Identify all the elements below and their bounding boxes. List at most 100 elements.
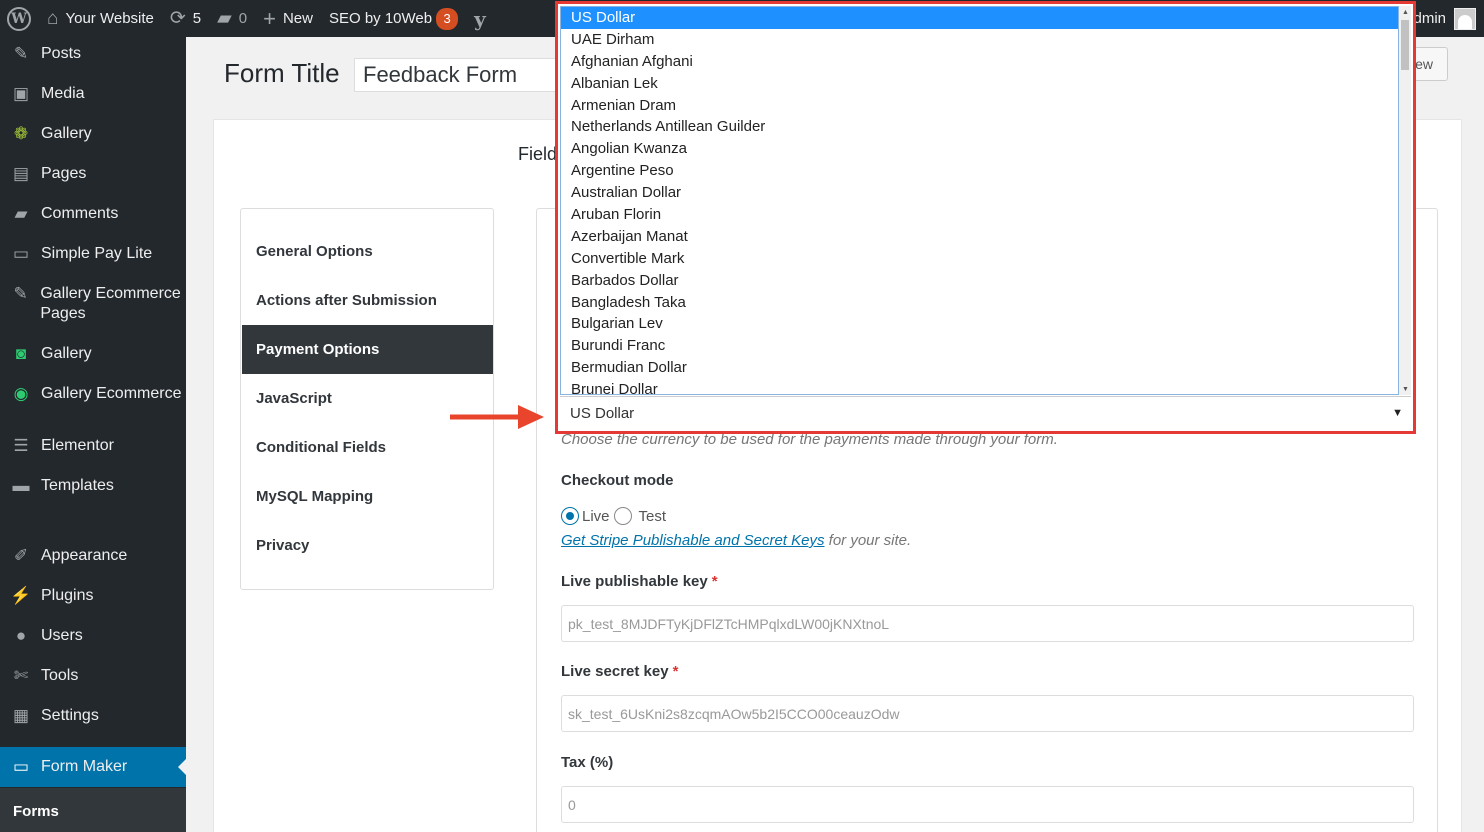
label-text: Live publishable key: [561, 573, 708, 590]
home-icon: ⌂: [47, 7, 59, 29]
form-title-label: Form Title: [224, 58, 340, 88]
options-nav: General Options Actions after Submission…: [240, 208, 494, 590]
dropdown-scrollbar[interactable]: ▲ ▼: [1399, 6, 1411, 395]
sidebar-item-gallery-2[interactable]: ◙ Gallery: [0, 344, 186, 364]
currency-selected-value: US Dollar: [570, 405, 635, 422]
currency-option[interactable]: Barbados Dollar: [561, 270, 1398, 292]
sidebar-item-pages[interactable]: ▤ Pages: [0, 164, 186, 184]
sidebar-item-tools[interactable]: ✄ Tools: [0, 666, 186, 686]
sidebar-item-label: Comments: [41, 205, 119, 222]
plus-icon: +: [263, 5, 276, 31]
currency-option[interactable]: Aruban Florin: [561, 204, 1398, 226]
nav-privacy[interactable]: Privacy: [242, 521, 493, 570]
wp-logo-menu[interactable]: W: [0, 0, 39, 37]
currency-option[interactable]: Burundi Franc: [561, 335, 1398, 357]
currency-option[interactable]: Bangladesh Taka: [561, 292, 1398, 314]
sidebar-item-templates[interactable]: ▬ Templates: [0, 476, 186, 496]
site-name-menu[interactable]: ⌂ Your Website: [39, 0, 162, 37]
comments-menu[interactable]: ▰ 0: [209, 0, 255, 37]
currency-option[interactable]: Convertible Mark: [561, 248, 1398, 270]
annotation-arrow-icon: [450, 405, 544, 429]
live-radio-label[interactable]: Live: [582, 508, 610, 525]
sidebar-item-label: Gallery: [41, 125, 92, 142]
currency-option[interactable]: Bermudian Dollar: [561, 357, 1398, 379]
currency-select[interactable]: US Dollar ▼: [560, 396, 1411, 430]
sidebar-item-users[interactable]: ● Users: [0, 626, 186, 646]
camera-icon: ◙: [15, 344, 27, 363]
currency-option[interactable]: Bulgarian Lev: [561, 313, 1398, 335]
currency-option[interactable]: Azerbaijan Manat: [561, 226, 1398, 248]
tab-fields[interactable]: Field: [518, 144, 557, 165]
test-radio[interactable]: [613, 507, 632, 525]
yoast-menu[interactable]: y: [466, 0, 494, 37]
sidebar-item-posts[interactable]: ✎ Posts: [0, 44, 186, 64]
account-name: dmin: [1413, 10, 1446, 27]
tax-input[interactable]: 0: [561, 786, 1414, 823]
tax-label: Tax (%): [561, 754, 614, 771]
sidebar-item-label: Users: [41, 627, 83, 644]
admin-sidebar: ✎ Posts ▣ Media ❁ Gallery ▤ Pages ▰ Comm…: [0, 37, 186, 832]
currency-option[interactable]: Australian Dollar: [561, 182, 1398, 204]
nav-payment-options[interactable]: Payment Options: [242, 325, 493, 374]
currency-option[interactable]: Brunei Dollar: [561, 379, 1398, 394]
wordpress-icon: W: [7, 6, 31, 31]
live-secret-key-input[interactable]: sk_test_6UsKni2s8zcqmAOw5b2I5CCO00ceauzO…: [561, 695, 1414, 732]
sidebar-item-media[interactable]: ▣ Media: [0, 84, 186, 104]
currency-option[interactable]: Afghanian Afghani: [561, 51, 1398, 73]
comment-icon: ▰: [217, 8, 232, 29]
pages-icon: ▤: [12, 164, 30, 183]
sidebar-item-gallery-ecommerce[interactable]: ◉ Gallery Ecommerce: [0, 384, 186, 404]
site-name: Your Website: [65, 10, 154, 27]
sidebar-item-label: Appearance: [41, 547, 128, 564]
settings-icon: ▦: [12, 706, 30, 725]
currency-option[interactable]: Argentine Peso: [561, 160, 1398, 182]
test-radio-label[interactable]: Test: [639, 508, 667, 525]
seo-badge: 3: [436, 7, 459, 30]
sidebar-item-comments[interactable]: ▰ Comments: [0, 204, 186, 224]
sidebar-item-gallery-ecommerce-pages[interactable]: ✎ Gallery Ecommerce Pages: [0, 284, 186, 324]
currency-option[interactable]: UAE Dirham: [561, 29, 1398, 51]
new-label: New: [282, 10, 313, 27]
sidebar-item-gallery[interactable]: ❁ Gallery: [0, 124, 186, 144]
updates-count: 5: [192, 10, 202, 27]
currency-option[interactable]: Armenian Dram: [561, 95, 1398, 117]
chevron-down-icon: ▼: [1392, 407, 1403, 419]
form-title-input[interactable]: [354, 58, 574, 92]
sidebar-item-plugins[interactable]: ⚡ Plugins: [0, 586, 186, 606]
sidebar-item-label: Gallery Ecommerce: [41, 385, 182, 402]
stripe-keys-link[interactable]: Get Stripe Publishable and Secret Keys: [561, 532, 824, 549]
scroll-down-icon[interactable]: ▼: [1402, 386, 1409, 393]
nav-mysql-mapping[interactable]: MySQL Mapping: [242, 472, 493, 521]
nav-actions-after-submission[interactable]: Actions after Submission: [242, 276, 493, 325]
live-publishable-key-input[interactable]: pk_test_8MJDFTyKjDFlZTcHMPqlxdLW00jKNXtn…: [561, 605, 1414, 642]
sidebar-item-label: Templates: [41, 477, 114, 494]
sidebar-item-settings[interactable]: ▦ Settings: [0, 706, 186, 726]
currency-option[interactable]: Albanian Lek: [561, 73, 1398, 95]
updates-menu[interactable]: ⟳ 5: [162, 0, 209, 37]
user-icon: ●: [15, 626, 27, 645]
currency-option[interactable]: Netherlands Antillean Guilder: [561, 116, 1398, 138]
sidebar-item-label: Posts: [41, 45, 82, 62]
comments-count: 0: [238, 10, 248, 27]
eye-icon: ◉: [13, 384, 29, 403]
sidebar-item-label: Elementor: [41, 437, 114, 454]
nav-general-options[interactable]: General Options: [242, 227, 493, 276]
currency-option[interactable]: Angolian Kwanza: [561, 138, 1398, 160]
seo-menu[interactable]: SEO by 10Web 3: [321, 0, 466, 37]
keyboard-icon: ▭: [12, 757, 30, 776]
new-content-menu[interactable]: + New: [255, 0, 321, 37]
currency-option[interactable]: US Dollar: [561, 7, 1398, 29]
scrollbar-thumb[interactable]: [1401, 20, 1409, 70]
my-account-menu[interactable]: dmin: [1413, 0, 1476, 37]
checkout-mode-label: Checkout mode: [561, 472, 674, 489]
sidebar-item-form-maker[interactable]: ▭ Form Maker: [0, 747, 186, 787]
currency-options-list[interactable]: US Dollar UAE Dirham Afghanian Afghani A…: [560, 6, 1399, 395]
live-radio[interactable]: [561, 507, 579, 525]
scroll-up-icon[interactable]: ▲: [1402, 9, 1409, 16]
sidebar-item-appearance[interactable]: ✐ Appearance: [0, 546, 186, 566]
sidebar-item-label: Gallery Ecommerce Pages: [40, 285, 181, 322]
submenu-item-forms[interactable]: Forms: [13, 803, 59, 820]
sidebar-item-label: Media: [41, 85, 85, 102]
sidebar-item-elementor[interactable]: ☰ Elementor: [0, 436, 186, 456]
sidebar-item-simple-pay-lite[interactable]: ▭ Simple Pay Lite: [0, 244, 186, 264]
